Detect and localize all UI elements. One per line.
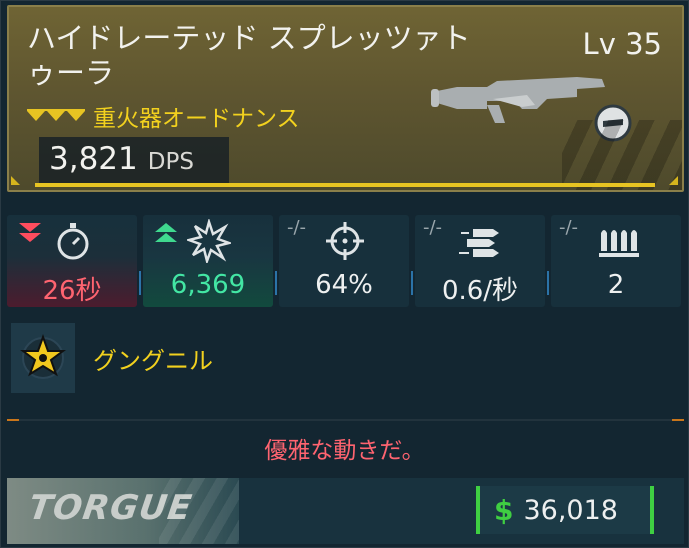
manufacturer-name: TORGUE	[26, 488, 195, 528]
stat-accuracy: -/- 64%	[279, 215, 413, 307]
rarity-underline	[35, 183, 655, 187]
dps-box: 3,821 DPS	[39, 137, 229, 183]
flavor-text: 優雅な動きだ。	[264, 438, 425, 464]
crosshair-icon	[326, 222, 364, 260]
weapon-level: Lv 35	[582, 27, 662, 61]
star-burst-icon	[20, 334, 66, 379]
price-value: 36,018	[523, 494, 618, 526]
stat-separator	[547, 271, 549, 295]
stat-magazine: -/- 2	[551, 215, 681, 307]
stat-increase-icon	[155, 223, 177, 242]
perk-icon-box	[11, 323, 75, 393]
stats-row: 26秒 6,369 -/- 64% -/- 0.6/秒 -/- 2	[7, 215, 684, 307]
dps-label: DPS	[147, 149, 194, 175]
stat-no-change: -/-	[559, 217, 579, 238]
section-divider	[7, 419, 684, 421]
dollar-icon: $	[494, 493, 514, 527]
stat-value: 0.6/秒	[441, 276, 519, 306]
rarity-chevrons-icon	[27, 109, 85, 121]
stat-no-change: -/-	[287, 217, 307, 238]
rarity-row: 重火器オードナンス	[27, 99, 300, 133]
weapon-footer: TORGUE $ 36,018	[7, 478, 684, 544]
stat-value: 26秒	[42, 276, 102, 306]
magazine-icon	[599, 230, 639, 257]
stat-value: 2	[607, 270, 625, 300]
weapon-header: ハイドレーテッド スプレッツァトゥーラ Lv 35 重火器オードナンス 3,82…	[7, 5, 684, 192]
stat-separator	[139, 271, 141, 295]
stat-reload: 26秒	[7, 215, 141, 307]
stat-fire-rate: -/- 0.6/秒	[415, 215, 549, 307]
manufacturer-logo: TORGUE	[7, 478, 239, 544]
stat-damage: 6,369	[143, 215, 277, 307]
weapon-card: ハイドレーテッド スプレッツァトゥーラ Lv 35 重火器オードナンス 3,82…	[0, 0, 689, 548]
stat-separator	[275, 271, 277, 295]
perk-row[interactable]: グングニル	[7, 323, 684, 395]
rocket-launcher-icon	[431, 77, 632, 142]
bullets-icon	[459, 229, 499, 257]
stat-value: 6,369	[170, 270, 246, 300]
dps-value: 3,821	[49, 141, 138, 177]
corner-marker-right	[669, 176, 678, 185]
stat-separator	[411, 271, 413, 295]
rarity-label: 重火器オードナンス	[93, 106, 300, 132]
perk-name: グングニル	[93, 347, 213, 375]
price-box: $ 36,018	[476, 486, 654, 534]
stat-value: 64%	[315, 270, 373, 300]
stopwatch-icon	[57, 223, 89, 260]
explosion-icon	[187, 219, 231, 263]
stat-decrease-icon	[19, 223, 41, 242]
corner-marker-left	[11, 176, 20, 185]
stat-no-change: -/-	[423, 217, 443, 238]
